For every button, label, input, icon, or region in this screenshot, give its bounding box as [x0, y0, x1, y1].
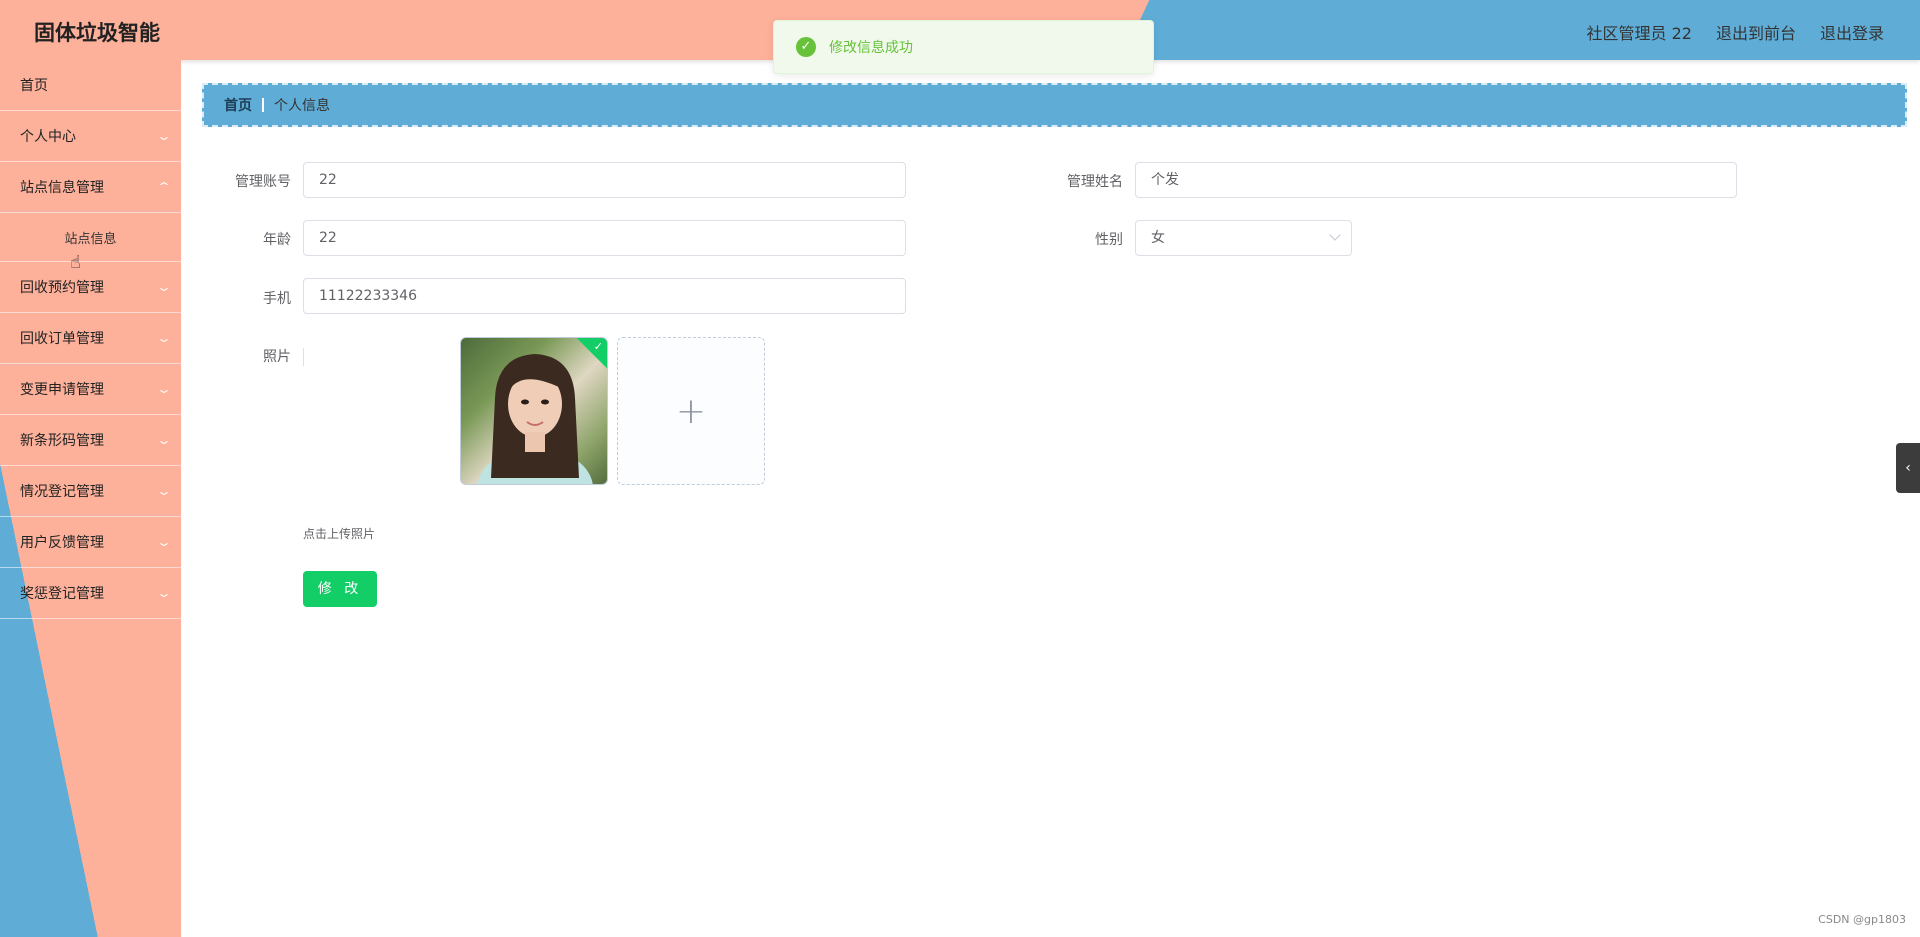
photo-field-divider [303, 348, 304, 366]
sidebar-item-label: 新条形码管理 [20, 433, 104, 449]
phone-label: 手机 [263, 291, 291, 307]
sidebar-subitem-label: 站点信息 [64, 231, 117, 247]
sidebar-item-recycle-order[interactable]: 回收订单管理 ⌄ [0, 313, 181, 364]
sidebar-item-label: 用户反馈管理 [20, 535, 104, 551]
logout-link[interactable]: 退出登录 [1820, 20, 1884, 44]
back-to-front-link[interactable]: 退出到前台 [1716, 20, 1796, 44]
sidebar-item-site-info-management[interactable]: 站点信息管理 ⌃ [0, 162, 181, 213]
breadcrumb: 首页 个人信息 [202, 83, 1907, 127]
sidebar-item-label: 个人中心 [20, 129, 76, 145]
portrait-image [477, 354, 593, 484]
age-input[interactable]: 22 [303, 220, 906, 256]
check-icon: ✓ [593, 340, 603, 353]
header-actions: 社区管理员 22 退出到前台 退出登录 [1587, 20, 1884, 44]
account-input[interactable]: 22 [303, 162, 906, 198]
breadcrumb-home[interactable]: 首页 [224, 95, 252, 115]
sidebar-item-label: 回收订单管理 [20, 331, 104, 347]
account-label: 管理账号 [235, 174, 291, 190]
sidebar-item-reward-punishment[interactable]: 奖惩登记管理 ⌄ [0, 568, 181, 619]
photo-label: 照片 [263, 349, 291, 365]
sidebar: 首页 个人中心 ⌄ 站点信息管理 ⌃ 站点信息 回收预约管理 ⌄ 回收订单管理 … [0, 60, 181, 937]
plus-icon: + [675, 390, 707, 432]
sidebar-item-personal-center[interactable]: 个人中心 ⌄ [0, 111, 181, 162]
chevron-up-icon: ⌃ [155, 180, 173, 194]
sidebar-item-label: 首页 [20, 78, 48, 94]
chevron-down-icon: ⌄ [155, 280, 173, 294]
toast-message: 修改信息成功 [829, 40, 913, 56]
check-circle-icon: ✓ [796, 37, 816, 57]
chevron-down-icon: ⌄ [155, 382, 173, 396]
user-label: 社区管理员 22 [1586, 24, 1692, 43]
chevron-down-icon: ⌄ [155, 433, 173, 447]
sidebar-item-recycle-appointment[interactable]: 回收预约管理 ⌄ [0, 262, 181, 313]
gender-label: 性别 [1095, 232, 1123, 248]
sidebar-item-user-feedback[interactable]: 用户反馈管理 ⌄ [0, 517, 181, 568]
upload-tip: 点击上传照片 [303, 527, 376, 541]
chevron-down-icon: ⌄ [155, 586, 173, 600]
sidebar-item-home[interactable]: 首页 [0, 60, 181, 111]
sidebar-item-situation-register[interactable]: 情况登记管理 ⌄ [0, 466, 181, 517]
sidebar-item-label: 回收预约管理 [20, 280, 104, 296]
name-input[interactable]: 个发 [1135, 162, 1737, 198]
uploaded-photo[interactable]: ✓ [460, 337, 608, 485]
sidebar-item-label: 奖惩登记管理 [20, 586, 104, 602]
sidebar-subitem-site-info[interactable]: 站点信息 [0, 213, 181, 262]
breadcrumb-current: 个人信息 [274, 98, 330, 114]
pointer-cursor-icon: ☝ [70, 252, 81, 273]
chevron-left-icon[interactable]: ‹ [1896, 443, 1920, 493]
gender-select-value: 女 [1151, 230, 1165, 246]
watermark: CSDN @gp1803 [1818, 913, 1906, 926]
success-toast: ✓ 修改信息成功 [773, 20, 1154, 74]
sidebar-item-barcode[interactable]: 新条形码管理 ⌄ [0, 415, 181, 466]
sidebar-item-label: 站点信息管理 [20, 180, 104, 196]
sidebar-item-change-request[interactable]: 变更申请管理 ⌄ [0, 364, 181, 415]
sidebar-item-label: 变更申请管理 [20, 382, 104, 398]
breadcrumb-separator [262, 98, 264, 112]
chevron-down-icon: ⌄ [155, 484, 173, 498]
chevron-down-icon: ⌄ [155, 535, 173, 549]
phone-input[interactable]: 11122233346 [303, 278, 906, 314]
upload-photo-button[interactable]: + [617, 337, 765, 485]
gender-select[interactable]: 女 [1135, 220, 1352, 256]
sidebar-item-label: 情况登记管理 [20, 484, 104, 500]
app-title: 固体垃圾智能 [34, 21, 160, 45]
age-label: 年龄 [263, 232, 291, 248]
chevron-down-icon: ⌄ [155, 129, 173, 143]
chevron-down-icon [1329, 229, 1341, 241]
update-button[interactable]: 修 改 [303, 571, 377, 607]
chevron-down-icon: ⌄ [155, 331, 173, 345]
name-label: 管理姓名 [1067, 174, 1123, 190]
